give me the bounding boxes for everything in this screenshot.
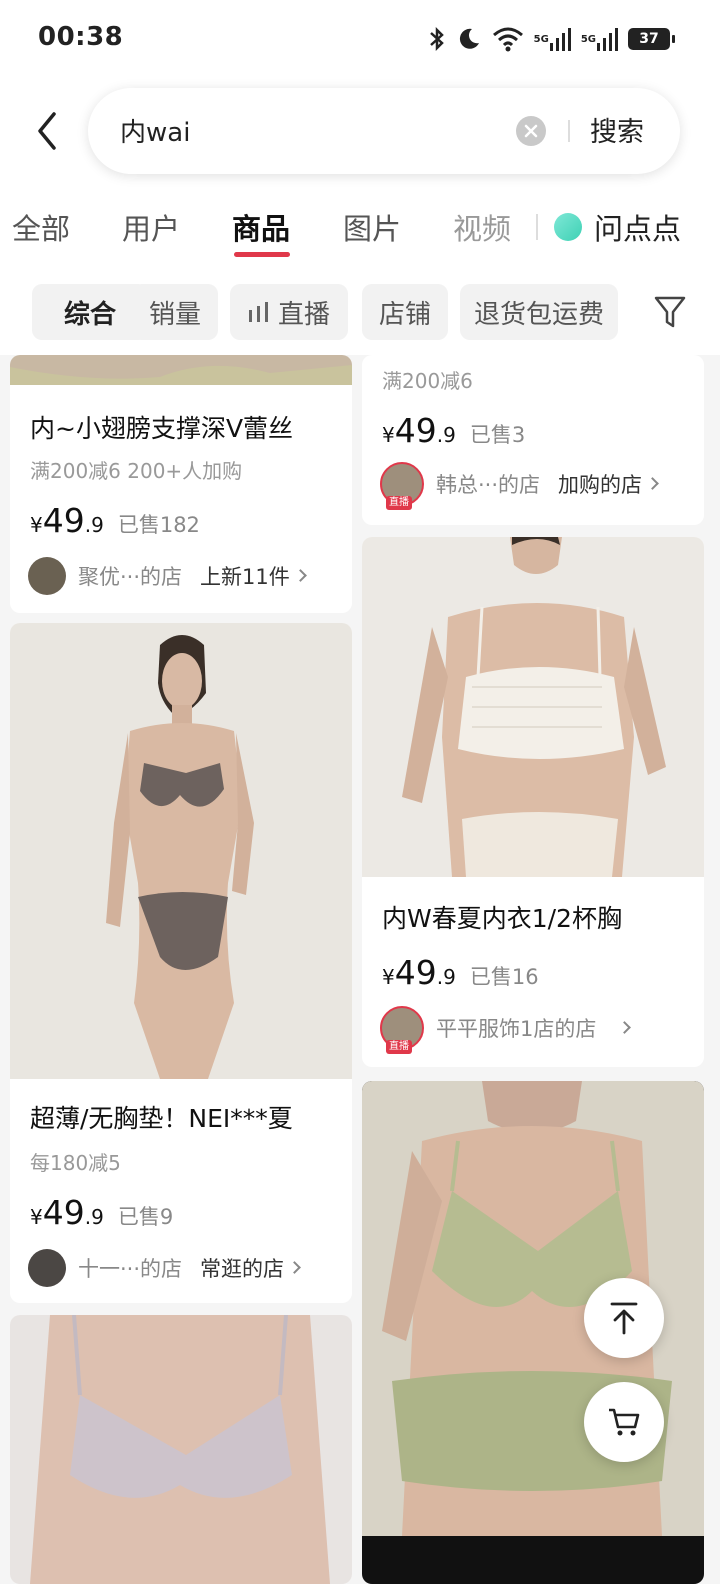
bar-chart-icon: [248, 302, 268, 322]
arrow-up-icon: [610, 1302, 638, 1335]
shop-link[interactable]: 聚优···的店 上新11件: [28, 555, 307, 597]
tab-users[interactable]: 用户: [122, 206, 180, 248]
cart-icon: [609, 1408, 640, 1436]
shop-name: 平平服饰1店的店: [436, 1017, 597, 1041]
shop-avatar: 直播: [380, 462, 424, 510]
filter-icon[interactable]: [652, 292, 688, 332]
product-card-1[interactable]: 内~小翅膀支撑深V蕾丝 满200减6 200+人加购 ¥49.9 已售182 聚优…: [10, 355, 352, 613]
product-image: [10, 623, 352, 1079]
product-card-3[interactable]: 超薄/无胸垫！NEI***夏 每180减5 ¥49.9 已售9 十一···的店 常…: [10, 623, 352, 1303]
chevron-right-icon: [618, 1020, 632, 1034]
search-button[interactable]: 搜索: [590, 110, 644, 149]
shop-tag: 加购的店: [558, 473, 643, 497]
chevron-left-icon: [38, 112, 56, 150]
product-image: [362, 537, 704, 877]
shop-avatar: [28, 557, 66, 595]
shop-name: 聚优···的店: [78, 565, 183, 589]
clear-icon[interactable]: [516, 116, 546, 146]
moon-icon: [456, 26, 482, 52]
product-price: ¥49.9 已售3: [382, 411, 526, 450]
signal-icon-1: 5G: [534, 27, 571, 51]
product-price: ¥49.9 已售182: [30, 501, 200, 540]
product-image: [10, 1315, 352, 1584]
product-price: ¥49.9 已售9: [30, 1193, 174, 1232]
header: 00:38 5G 5G 37 内wai 搜索 全部 用户 商品 图片 视频 问点…: [0, 0, 720, 355]
product-card-4[interactable]: 内W春夏内衣1/2杯胸 ¥49.9 已售16 直播 平平服饰1店的店: [362, 537, 704, 1067]
product-card-5[interactable]: [10, 1315, 352, 1584]
search-divider: [568, 120, 570, 142]
search-bar[interactable]: 搜索: [88, 88, 680, 174]
shop-link[interactable]: 直播 平平服饰1店的店: [380, 1006, 632, 1054]
product-title: 内~小翅膀支撑深V蕾丝: [30, 414, 294, 443]
tab-videos[interactable]: 视频: [453, 206, 511, 248]
product-promo: 满200减6: [382, 369, 473, 393]
shop-name: 韩总···的店: [436, 473, 541, 497]
chevron-right-icon: [646, 476, 659, 490]
live-badge: 直播: [386, 496, 412, 510]
back-button[interactable]: [30, 108, 70, 154]
category-tabs: 全部 用户 商品 图片 视频 问点点: [0, 200, 720, 260]
chevron-right-icon: [288, 1260, 301, 1274]
product-promo: 满200减6 200+人加购: [30, 459, 243, 483]
sold-count: 已售9: [117, 1205, 174, 1229]
status-bar: 00:38 5G 5G 37: [0, 0, 720, 78]
live-badge: 直播: [386, 1040, 412, 1054]
ask-bubble-icon: [554, 213, 582, 241]
product-promo: 每180减5: [30, 1151, 121, 1175]
filter-store[interactable]: 店铺: [362, 284, 448, 340]
tab-all[interactable]: 全部: [12, 206, 70, 248]
filter-bar: 综合 销量 直播 店铺 退货包运费: [0, 284, 720, 342]
shop-link[interactable]: 直播 韩总···的店 加购的店: [380, 462, 659, 510]
active-tab-indicator: [234, 252, 290, 257]
status-time: 00:38: [38, 22, 124, 52]
signal-icon-2: 5G: [581, 27, 618, 51]
chevron-right-icon: [293, 568, 307, 582]
bluetooth-icon: [428, 25, 446, 53]
filter-sales[interactable]: 销量: [132, 284, 218, 340]
filter-return-shipping[interactable]: 退货包运费: [460, 284, 618, 340]
shop-name: 十一···的店: [78, 1257, 183, 1281]
product-title: 内W春夏内衣1/2杯胸: [382, 904, 622, 933]
filter-comprehensive[interactable]: 综合: [32, 284, 148, 340]
status-icons: 5G 5G 37: [428, 24, 675, 54]
product-card-2[interactable]: 满200减6 ¥49.9 已售3 直播 韩总···的店 加购的店: [362, 355, 704, 525]
filter-live[interactable]: 直播: [230, 284, 348, 340]
tab-products[interactable]: 商品: [232, 206, 290, 248]
search-input[interactable]: [120, 110, 520, 150]
tab-separator: [536, 214, 538, 240]
sold-count: 已售3: [469, 423, 526, 447]
product-title: 超薄/无胸垫！NEI***夏: [30, 1104, 293, 1133]
shop-link[interactable]: 十一···的店 常逛的店: [28, 1247, 301, 1289]
filter-live-label: 直播: [277, 299, 330, 330]
shop-avatar: 直播: [380, 1006, 424, 1054]
sold-count: 已售182: [117, 513, 200, 537]
shop-tag: 上新11件: [200, 565, 290, 589]
cart-button[interactable]: [584, 1382, 664, 1462]
tab-ask-label: 问点点: [594, 212, 682, 246]
back-to-top-button[interactable]: [584, 1278, 664, 1358]
shop-tag: 常逛的店: [200, 1257, 285, 1281]
shop-avatar: [28, 1249, 66, 1287]
tab-images[interactable]: 图片: [343, 206, 401, 248]
product-price: ¥49.9 已售16: [382, 953, 539, 992]
battery-icon: 37: [628, 28, 675, 50]
tab-ask[interactable]: 问点点: [554, 206, 681, 248]
product-image: [10, 355, 352, 385]
wifi-icon: [492, 26, 524, 52]
sold-count: 已售16: [469, 965, 539, 989]
